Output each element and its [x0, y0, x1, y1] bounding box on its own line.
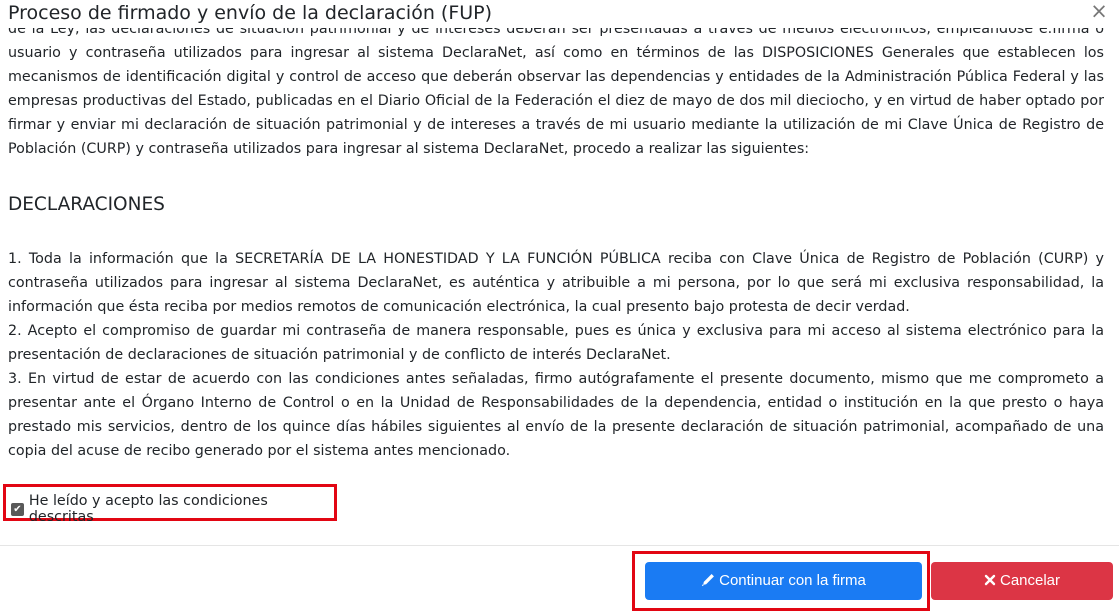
accept-checkbox[interactable]: ✔: [11, 502, 24, 516]
cancel-label: Cancelar: [999, 572, 1061, 589]
continue-label: Continuar con la firma: [719, 572, 866, 589]
modal-body: de la Ley, las declaraciones de situació…: [0, 28, 1119, 543]
modal-header: Proceso de firmado y envío de la declara…: [0, 0, 1119, 28]
cancel-button[interactable]: Cancelar: [931, 562, 1113, 600]
footer-divider: [0, 545, 1119, 546]
section-title: DECLARACIONES: [8, 194, 165, 215]
accept-checkbox-row[interactable]: ✔ He leído y acepto las condiciones desc…: [11, 493, 334, 525]
declaration-item-2: 2. Acepto el compromiso de guardar mi co…: [8, 323, 1104, 363]
pencil-icon: [701, 562, 715, 600]
accept-highlight: ✔ He leído y acepto las condiciones desc…: [3, 484, 337, 525]
continue-signing-button[interactable]: Continuar con la firma: [645, 562, 922, 600]
times-icon: [984, 562, 996, 600]
declaration-item-3: 3. En virtud de estar de acuerdo con las…: [8, 371, 1104, 459]
intro-paragraph: de la Ley, las declaraciones de situació…: [8, 28, 1104, 157]
close-icon[interactable]: ×: [1089, 1, 1109, 23]
declaration-item-1: 1. Toda la información que la SECRETARÍA…: [8, 251, 1104, 315]
declarations-list: 1. Toda la información que la SECRETARÍA…: [8, 247, 1104, 463]
accept-label: He leído y acepto las condiciones descri…: [28, 493, 268, 525]
modal-title: Proceso de firmado y envío de la declara…: [8, 2, 493, 24]
